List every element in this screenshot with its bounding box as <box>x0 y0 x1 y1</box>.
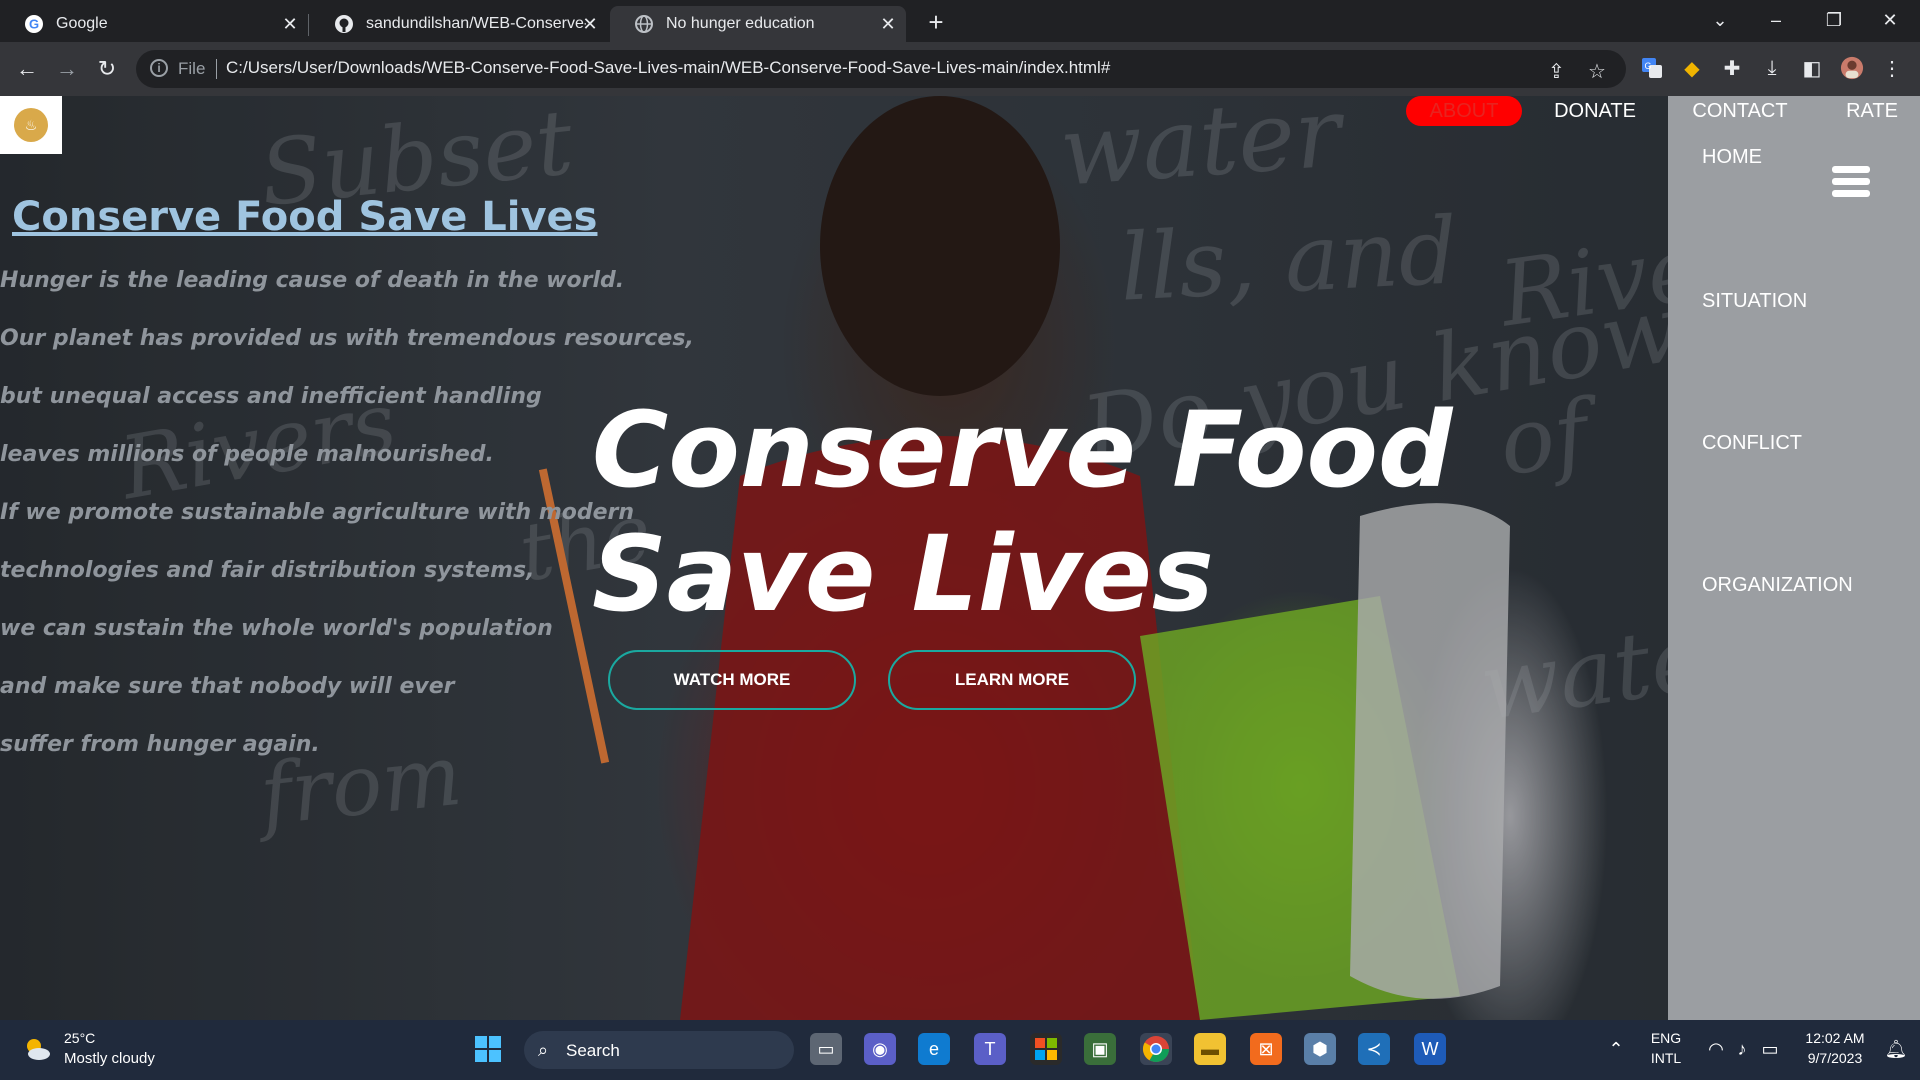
description-line: and make sure that nobody will ever <box>0 674 455 699</box>
nav-contact[interactable]: CONTACT <box>1690 96 1790 126</box>
address-divider <box>216 59 217 79</box>
nav-organization[interactable]: ORGANIZATION <box>1702 574 1853 597</box>
word-icon[interactable]: W <box>1414 1033 1446 1065</box>
side-navigation: HOME SITUATION CONFLICT ORGANIZATION <box>1668 96 1920 1020</box>
tab-divider <box>308 14 309 36</box>
share-icon[interactable]: ⇪ <box>1548 59 1565 84</box>
language-layout[interactable]: INTL <box>1640 1050 1692 1066</box>
3d-box-icon[interactable]: ⬢ <box>1304 1033 1336 1065</box>
left-description: Hunger is the leading cause of death in … <box>0 266 694 788</box>
url-text[interactable]: C:/Users/User/Downloads/WEB-Conserve-Foo… <box>226 58 1110 78</box>
description-line: we can sustain the whole world's populat… <box>0 616 553 641</box>
chrome-icon[interactable] <box>1140 1033 1172 1065</box>
github-icon <box>334 14 354 34</box>
close-icon[interactable]: ✕ <box>878 14 898 34</box>
tab-search-icon[interactable]: ⌄ <box>1700 6 1740 34</box>
tab-no-hunger-education[interactable]: No hunger education ✕ <box>610 6 906 42</box>
nav-conflict[interactable]: CONFLICT <box>1702 432 1802 455</box>
description-line: Hunger is the leading cause of death in … <box>0 268 625 293</box>
weather-temperature: 25°C <box>64 1030 96 1046</box>
download-icon[interactable]: ⤓ <box>1760 56 1784 80</box>
clock-date[interactable]: 9/7/2023 <box>1790 1050 1880 1066</box>
tab-title: No hunger education <box>666 15 815 32</box>
cloudy-weather-icon[interactable] <box>22 1034 52 1064</box>
info-icon[interactable]: i <box>150 59 168 77</box>
language-code[interactable]: ENG <box>1640 1030 1692 1046</box>
menu-kebab-icon[interactable]: ⋮ <box>1880 56 1904 80</box>
meet-icon[interactable]: ◉ <box>864 1033 896 1065</box>
svg-text:G: G <box>1644 61 1651 71</box>
weather-description: Mostly cloudy <box>64 1050 155 1067</box>
search-icon: ⌕ <box>538 1040 549 1060</box>
avatar[interactable] <box>1840 56 1864 80</box>
window-close-icon[interactable]: ✕ <box>1870 6 1910 34</box>
file-explorer-icon[interactable]: ▬ <box>1194 1033 1226 1065</box>
address-bar[interactable]: i File C:/Users/User/Downloads/WEB-Conse… <box>136 50 1626 88</box>
description-line: technologies and fair distribution syste… <box>0 558 535 583</box>
tab-github[interactable]: sandundilshan/WEB-Conserve-Fc ✕ <box>310 6 608 42</box>
nav-home[interactable]: HOME <box>1702 146 1762 169</box>
nav-rate[interactable]: RATE <box>1840 96 1904 126</box>
back-icon[interactable]: ← <box>12 54 42 84</box>
google-icon: G <box>24 14 44 34</box>
close-icon[interactable]: ✕ <box>280 14 300 34</box>
battery-icon[interactable]: ▭ <box>1754 1033 1786 1065</box>
taskbar-search-box[interactable]: ⌕ Search <box>524 1031 794 1069</box>
tab-google[interactable]: G Google ✕ <box>0 6 308 42</box>
notification-bell-icon[interactable]: 🔔︎ <box>1880 1033 1912 1065</box>
minimize-icon[interactable]: – <box>1756 6 1796 34</box>
browser-tab-strip: G Google ✕ sandundilshan/WEB-Conserve-Fc… <box>0 0 1920 42</box>
description-line: but unequal access and inefficient handl… <box>0 384 542 409</box>
description-line: leaves millions of people malnourished. <box>0 442 494 467</box>
site-logo[interactable]: ♨ <box>0 96 62 154</box>
nav-about[interactable]: ABOUT <box>1406 96 1522 126</box>
photo-app-icon[interactable]: ▣ <box>1084 1033 1116 1065</box>
coupon-extension-icon[interactable]: ◆ <box>1680 56 1704 80</box>
tray-chevron-up-icon[interactable]: ⌃ <box>1600 1033 1632 1065</box>
hamburger-menu-icon[interactable] <box>1832 166 1870 200</box>
close-icon[interactable]: ✕ <box>580 14 600 34</box>
globe-icon <box>634 14 654 34</box>
hero-title: Conserve Food Save Lives <box>592 388 1452 636</box>
scheme-label: File <box>178 59 206 78</box>
teams-icon[interactable]: T <box>974 1033 1006 1065</box>
learn-more-button[interactable]: LEARN MORE <box>888 650 1136 710</box>
food-bowl-icon: ♨ <box>14 108 48 142</box>
windows-start-icon[interactable] <box>472 1033 504 1065</box>
clock-time[interactable]: 12:02 AM <box>1790 1030 1880 1046</box>
xampp-icon[interactable]: ⊠ <box>1250 1033 1282 1065</box>
reload-icon[interactable]: ↻ <box>92 54 122 84</box>
forward-icon[interactable]: → <box>52 54 82 84</box>
description-line: Our planet has provided us with tremendo… <box>0 326 694 351</box>
description-line: If we promote sustainable agriculture wi… <box>0 500 635 525</box>
edge-icon[interactable]: e <box>918 1033 950 1065</box>
translate-extension-icon[interactable]: G <box>1640 56 1664 80</box>
new-tab-button[interactable]: + <box>922 7 950 37</box>
task-view-icon[interactable]: ▭ <box>810 1033 842 1065</box>
restore-icon[interactable]: ❐ <box>1814 6 1854 34</box>
side-panel-icon[interactable]: ◧ <box>1800 56 1824 80</box>
browser-toolbar: ← → ↻ i File C:/Users/User/Downloads/WEB… <box>0 42 1920 96</box>
nav-situation[interactable]: SITUATION <box>1702 290 1807 313</box>
tab-title: Google <box>56 15 108 32</box>
hero-title-line: Save Lives <box>592 513 1214 635</box>
watch-more-button[interactable]: WATCH MORE <box>608 650 856 710</box>
search-label: Search <box>566 1041 620 1060</box>
nav-donate[interactable]: DONATE <box>1550 96 1640 126</box>
tab-title: sandundilshan/WEB-Conserve-Fc <box>366 15 586 32</box>
left-title-link[interactable]: Conserve Food Save Lives <box>12 194 597 240</box>
extensions-puzzle-icon[interactable]: ✚ <box>1720 56 1744 80</box>
svg-text:G: G <box>29 17 39 32</box>
hero-title-line: Conserve Food <box>592 389 1453 511</box>
web-page: Subset water lls, and Do you know River … <box>0 96 1920 1020</box>
store-icon[interactable] <box>1030 1033 1062 1065</box>
windows-taskbar: 25°C Mostly cloudy ⌕ Search ▭ ◉ e T ▣ ▬ … <box>0 1020 1920 1080</box>
bookmark-star-icon[interactable]: ☆ <box>1588 59 1606 84</box>
vscode-icon[interactable]: ≺ <box>1358 1033 1390 1065</box>
description-line: suffer from hunger again. <box>0 732 320 757</box>
